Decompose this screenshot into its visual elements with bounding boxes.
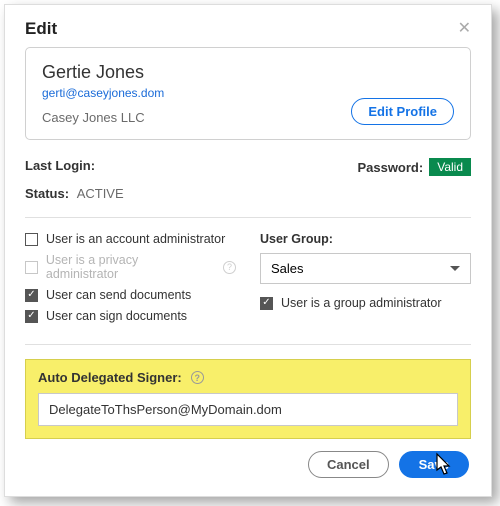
dialog-header: Edit ✕ [5, 5, 491, 47]
chevron-down-icon [450, 266, 460, 271]
status-label: Status: [25, 186, 69, 201]
perm-label: User is a privacy administrator [46, 253, 212, 281]
permissions-left: User is an account administrator User is… [25, 232, 236, 330]
perm-privacy-admin: User is a privacy administrator ? [25, 253, 236, 281]
user-info: Gertie Jones gerti@caseyjones.dom Casey … [42, 62, 164, 125]
perm-label: User is a group administrator [281, 296, 441, 310]
dialog-title: Edit [25, 19, 57, 39]
user-card: Gertie Jones gerti@caseyjones.dom Casey … [25, 47, 471, 140]
user-group-select[interactable]: Sales [260, 253, 471, 284]
save-button[interactable]: Save [399, 451, 469, 478]
checkbox-icon[interactable]: ✓ [25, 289, 38, 302]
close-icon[interactable]: ✕ [458, 21, 471, 37]
password-badge: Valid [429, 158, 471, 176]
perm-account-admin[interactable]: User is an account administrator [25, 232, 236, 246]
dialog-footer: Cancel Save [25, 439, 471, 478]
password-label: Password: [357, 160, 423, 175]
password-group: Password: Valid [357, 158, 471, 176]
perm-sign-docs[interactable]: ✓ User can sign documents [25, 309, 236, 323]
help-icon[interactable]: ? [223, 261, 236, 274]
perm-group-admin[interactable]: ✓ User is a group administrator [260, 296, 471, 310]
perm-label: User is an account administrator [46, 232, 225, 246]
checkbox-icon[interactable]: ✓ [25, 310, 38, 323]
dialog-content: Gertie Jones gerti@caseyjones.dom Casey … [5, 47, 491, 496]
perm-send-docs[interactable]: ✓ User can send documents [25, 288, 236, 302]
auto-delegated-section: Auto Delegated Signer: ? [25, 359, 471, 439]
last-login: Last Login: [25, 158, 95, 176]
checkbox-icon [25, 261, 38, 274]
help-icon[interactable]: ? [191, 371, 204, 384]
user-company: Casey Jones LLC [42, 110, 164, 125]
edit-user-dialog: Edit ✕ Gertie Jones gerti@caseyjones.dom… [4, 4, 492, 497]
status-value: ACTIVE [77, 186, 124, 201]
checkbox-icon[interactable]: ✓ [260, 297, 273, 310]
permissions-grid: User is an account administrator User is… [25, 232, 471, 330]
meta-row: Last Login: Password: Valid [25, 158, 471, 176]
auto-delegated-label-row: Auto Delegated Signer: ? [38, 370, 458, 385]
user-email[interactable]: gerti@caseyjones.dom [42, 86, 164, 100]
perm-label: User can sign documents [46, 309, 187, 323]
last-login-label: Last Login: [25, 158, 95, 173]
user-group-label: User Group: [260, 232, 471, 246]
checkbox-icon[interactable] [25, 233, 38, 246]
status-row: Status: ACTIVE [25, 186, 471, 201]
user-group-section: User Group: Sales ✓ User is a group admi… [260, 232, 471, 330]
divider [25, 217, 471, 218]
perm-label: User can send documents [46, 288, 191, 302]
divider [25, 344, 471, 345]
auto-delegated-input[interactable] [38, 393, 458, 426]
cancel-button[interactable]: Cancel [308, 451, 389, 478]
auto-delegated-label: Auto Delegated Signer: [38, 370, 182, 385]
edit-profile-button[interactable]: Edit Profile [351, 98, 454, 125]
user-group-selected: Sales [271, 261, 304, 276]
user-name: Gertie Jones [42, 62, 164, 83]
